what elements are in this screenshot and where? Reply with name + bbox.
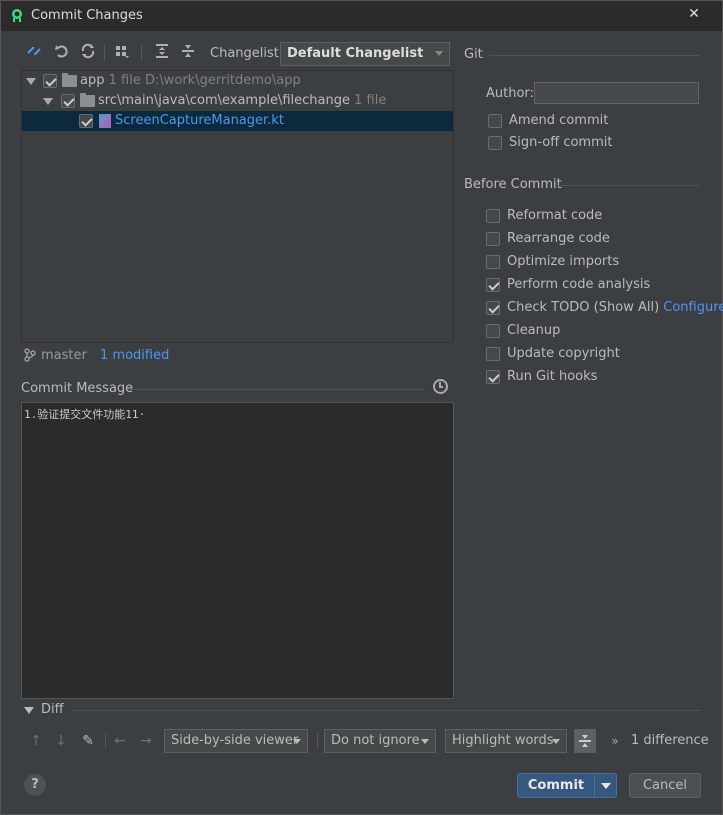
checkbox[interactable] bbox=[488, 114, 502, 128]
highlight-value: Highlight words bbox=[452, 733, 554, 748]
author-input[interactable] bbox=[534, 82, 699, 104]
module-folder-icon bbox=[62, 73, 77, 87]
checkbox[interactable] bbox=[486, 255, 500, 269]
checkbox-label: Run Git hooks bbox=[507, 369, 598, 384]
checkbox[interactable] bbox=[486, 324, 500, 338]
next-difference-icon[interactable]: ↓ bbox=[52, 731, 70, 751]
refresh-icon[interactable] bbox=[78, 43, 98, 63]
checkbox-label: Check TODO (Show All) bbox=[507, 300, 660, 315]
checkbox[interactable] bbox=[488, 136, 502, 150]
branch-info: master 1 modified bbox=[21, 347, 454, 365]
rollback-icon[interactable] bbox=[52, 43, 72, 63]
commit-button[interactable]: Commit bbox=[517, 773, 617, 798]
android-studio-icon bbox=[12, 9, 22, 22]
checkbox[interactable] bbox=[486, 347, 500, 361]
highlight-mode-dropdown[interactable]: Highlight words bbox=[445, 729, 567, 753]
commit-changes-dialog: Commit Changes ✕ Changelist: Default Cha… bbox=[0, 0, 723, 815]
tree-item-label: src\main\java\com\example\filechange bbox=[98, 93, 350, 108]
collapse-unchanged-button[interactable] bbox=[574, 729, 596, 753]
tree-item-label: ScreenCaptureManager.kt bbox=[115, 113, 284, 128]
collapse-all-icon[interactable] bbox=[178, 43, 198, 63]
commit-history-icon[interactable] bbox=[433, 379, 448, 394]
cancel-button[interactable]: Cancel bbox=[629, 773, 701, 798]
checkbox[interactable] bbox=[486, 301, 500, 315]
changes-toolbar: Changelist: Default Changelist bbox=[21, 41, 453, 67]
window-title: Commit Changes bbox=[31, 8, 143, 23]
branch-icon bbox=[24, 348, 36, 362]
expand-arrow-icon[interactable] bbox=[26, 78, 36, 85]
configure-todo-link[interactable]: Configure bbox=[663, 300, 723, 315]
viewer-mode-value: Side-by-side viewer bbox=[171, 733, 299, 748]
commit-message-label: Commit Message bbox=[21, 381, 134, 396]
checkbox-label: Amend commit bbox=[509, 113, 609, 128]
more-actions-icon[interactable]: » bbox=[609, 731, 621, 751]
diff-preview-edge bbox=[21, 757, 521, 765]
group-by-icon[interactable] bbox=[112, 43, 132, 63]
collapse-arrow-icon[interactable] bbox=[24, 707, 34, 714]
checkbox-label: Optimize imports bbox=[507, 254, 620, 269]
ignore-whitespace-dropdown[interactable]: Do not ignore bbox=[324, 729, 436, 753]
tree-item-meta: 1 file bbox=[354, 93, 387, 108]
modified-count-link[interactable]: 1 modified bbox=[100, 348, 169, 363]
checkbox-label: Perform code analysis bbox=[507, 277, 651, 292]
app-checkbox[interactable] bbox=[43, 74, 57, 88]
commit-button-label: Commit bbox=[527, 778, 585, 793]
viewer-mode-dropdown[interactable]: Side-by-side viewer bbox=[164, 729, 308, 753]
tree-row-package[interactable]: src\main\java\com\example\filechange 1 f… bbox=[22, 91, 453, 111]
kotlin-file-icon bbox=[99, 114, 111, 128]
collapse-unchanged-icon bbox=[579, 735, 591, 747]
branch-name: master bbox=[41, 348, 87, 363]
checkbox[interactable] bbox=[486, 209, 500, 223]
difference-count: 1 difference bbox=[631, 733, 709, 748]
expand-arrow-icon[interactable] bbox=[43, 98, 53, 105]
chevron-down-icon bbox=[552, 739, 560, 744]
expand-all-icon[interactable] bbox=[152, 43, 172, 63]
forward-arrow-icon[interactable]: → bbox=[137, 731, 155, 751]
file-checkbox[interactable] bbox=[79, 114, 93, 128]
author-label: Author: bbox=[486, 86, 534, 101]
close-button[interactable]: ✕ bbox=[672, 4, 716, 24]
diff-label: Diff bbox=[41, 702, 64, 717]
changelist-value: Default Changelist bbox=[287, 46, 424, 61]
help-button[interactable]: ? bbox=[24, 774, 46, 796]
chevron-down-icon bbox=[435, 51, 443, 56]
checkbox-label: Cleanup bbox=[507, 323, 561, 338]
chevron-down-icon bbox=[421, 739, 429, 744]
folder-icon bbox=[80, 93, 95, 107]
commit-options-chevron-icon[interactable] bbox=[601, 783, 611, 789]
changelist-label: Changelist: bbox=[210, 46, 284, 61]
checkbox-label: Sign-off commit bbox=[509, 135, 613, 150]
edit-source-icon[interactable]: ✎ bbox=[79, 731, 97, 751]
back-arrow-icon[interactable]: ← bbox=[111, 731, 129, 751]
tree-row-file[interactable]: ScreenCaptureManager.kt bbox=[22, 111, 453, 131]
tree-row-app[interactable]: app 1 file D:\work\gerritdemo\app bbox=[22, 71, 453, 91]
previous-difference-icon[interactable]: ↑ bbox=[27, 731, 45, 751]
ignore-value: Do not ignore bbox=[331, 733, 420, 748]
checkbox-label: Reformat code bbox=[507, 208, 603, 223]
show-diff-icon[interactable] bbox=[24, 43, 44, 63]
diff-section-header[interactable]: Diff bbox=[21, 702, 701, 720]
commit-message-input[interactable]: 1.验证提交文件功能11· bbox=[21, 402, 454, 699]
checkbox[interactable] bbox=[486, 278, 500, 292]
close-icon: ✕ bbox=[688, 6, 700, 22]
checkbox[interactable] bbox=[486, 370, 500, 384]
changes-tree: app 1 file D:\work\gerritdemo\app src\ma… bbox=[21, 70, 454, 343]
git-section-label: Git bbox=[464, 47, 483, 62]
package-checkbox[interactable] bbox=[61, 94, 75, 108]
diff-toolbar: ↑ ↓ ✎ ← → Side-by-side viewer Do not ign… bbox=[21, 729, 711, 753]
chevron-down-icon bbox=[293, 739, 301, 744]
tree-item-label: app bbox=[80, 73, 105, 88]
checkbox-label: Update copyright bbox=[507, 346, 620, 361]
title-bar: Commit Changes ✕ bbox=[1, 1, 722, 31]
tree-item-meta: 1 file D:\work\gerritdemo\app bbox=[108, 73, 301, 88]
before-commit-section-label: Before Commit bbox=[464, 177, 562, 192]
changelist-dropdown[interactable]: Default Changelist bbox=[280, 42, 450, 66]
checkbox-label: Rearrange code bbox=[507, 231, 610, 246]
checkbox[interactable] bbox=[486, 232, 500, 246]
